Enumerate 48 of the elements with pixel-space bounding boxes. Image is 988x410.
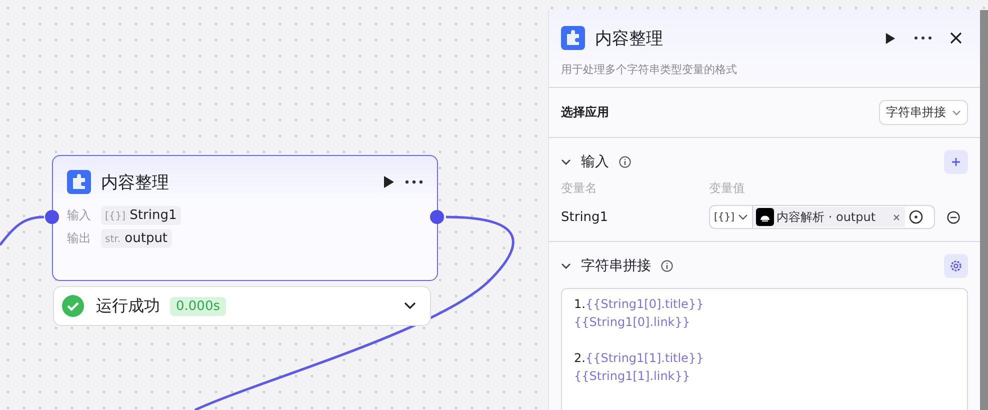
close-icon[interactable] (950, 32, 962, 44)
run-icon[interactable] (383, 175, 395, 189)
node-title: 内容整理 (101, 172, 169, 194)
success-icon (62, 295, 84, 317)
template-text: 2. (574, 351, 586, 365)
run-status-bar[interactable]: 运行成功 0.000s (53, 286, 431, 326)
scrollbar[interactable] (980, 10, 988, 410)
template-text: 1. (574, 297, 586, 311)
variable-reference: {{String1[0].title}} (585, 297, 704, 311)
variable-tag: [{}] String1 (101, 206, 181, 225)
column-header: 变量名 (561, 180, 598, 197)
info-icon (619, 156, 631, 168)
connection-line (0, 216, 44, 246)
section-title: 字符串拼接 (581, 257, 651, 275)
field-label: 选择应用 (561, 104, 609, 121)
template-editor[interactable]: 1.{{String1[0].title}} {{String1[0].link}} 2.{{String1[1].title}} {{String1[1].link}} (561, 288, 968, 410)
variable-tag: str. output (101, 229, 172, 248)
duration-badge: 0.000s (170, 296, 226, 316)
panel-title: 内容整理 (595, 28, 663, 50)
panel-description: 用于处理多个字符串类型变量的格式 (561, 62, 738, 77)
run-icon[interactable] (885, 32, 896, 44)
status-text: 运行成功 (96, 296, 160, 316)
section-title: 输入 (581, 153, 609, 171)
node-card[interactable]: 内容整理 输入 [{}] String1 输出 str. output (52, 155, 438, 281)
variable-reference: {{String1[1].title}} (585, 351, 704, 365)
info-icon (661, 260, 673, 272)
remove-icon[interactable] (947, 210, 960, 224)
row-label: 输入 (67, 207, 91, 224)
more-icon[interactable] (405, 180, 423, 184)
settings-icon (950, 260, 962, 272)
variable-reference: {{String1[0].link}} (574, 315, 690, 329)
add-button[interactable] (944, 150, 968, 174)
column-header: 变量值 (709, 180, 746, 197)
more-icon[interactable] (914, 36, 932, 40)
variable-reference: {{String1[1].link}} (574, 369, 690, 383)
output-port[interactable] (430, 210, 444, 224)
chevron-icon[interactable] (561, 159, 571, 165)
variable-name: String1 (561, 210, 610, 224)
plus-icon (951, 157, 961, 167)
chevron-icon (952, 110, 961, 116)
puzzle-icon (561, 26, 585, 50)
puzzle-icon (67, 170, 91, 194)
settings-button[interactable] (944, 254, 968, 278)
app-select[interactable]: 字符串拼接 (879, 100, 968, 125)
chevron-icon[interactable] (404, 302, 416, 310)
chevron-icon[interactable] (561, 263, 571, 269)
row-label: 输出 (67, 230, 91, 247)
input-port[interactable] (45, 210, 59, 224)
